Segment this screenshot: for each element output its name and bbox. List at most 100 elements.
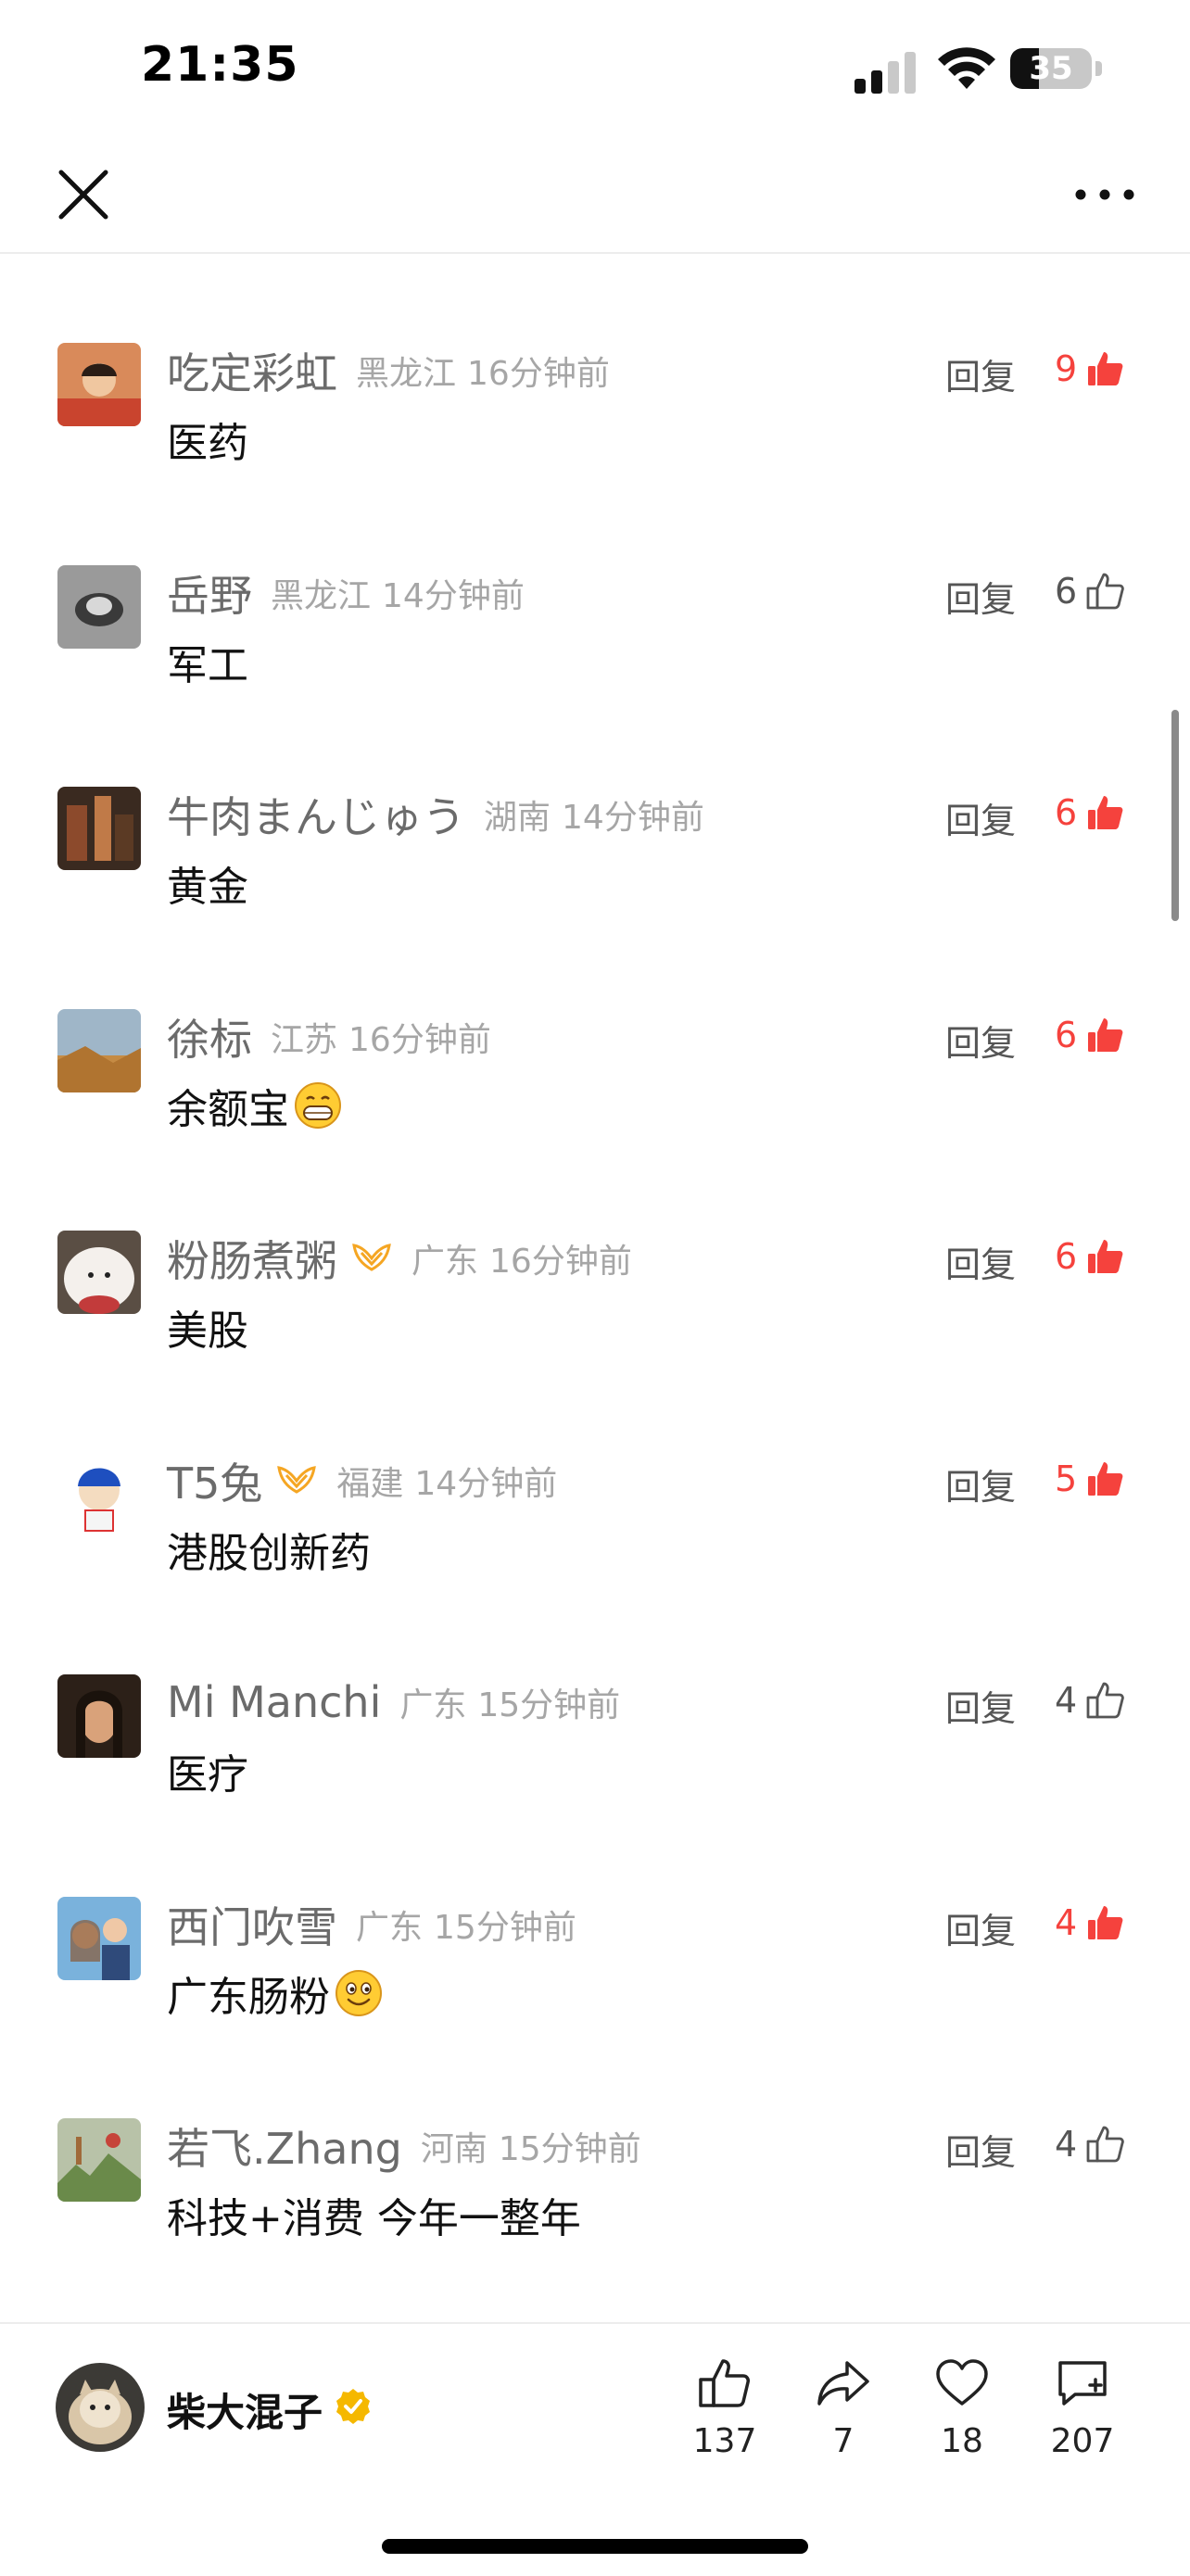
comment-like-button[interactable]: 9 xyxy=(1055,343,1127,395)
comment-item[interactable]: 岳野 黑龙江 14分钟前 军工 回复 6 xyxy=(0,476,1190,699)
user-avatar[interactable] xyxy=(57,1008,141,1092)
comment-username[interactable]: T5兔 xyxy=(167,1450,262,1511)
comment-username[interactable]: 吃定彩虹 xyxy=(167,340,337,401)
reply-button[interactable]: 回复 xyxy=(945,1236,1016,1287)
comment-item[interactable]: 若飞.Zhang 河南 15分钟前 科技+消费 今年一整年 回复 4 xyxy=(0,2029,1190,2252)
comment-header: 西门吹雪 广东 15分钟前 xyxy=(167,1897,576,1952)
comment-text: 医疗 xyxy=(167,1741,248,1800)
share-icon xyxy=(817,2361,869,2406)
close-icon[interactable] xyxy=(50,161,117,228)
comment-item[interactable]: 粉肠煮粥 广东 16分钟前 美股 回复 6 xyxy=(0,1142,1190,1364)
comment-like-button[interactable]: 6 xyxy=(1055,787,1127,839)
comment-like-count: 4 xyxy=(1055,1680,1078,1721)
scrollbar[interactable] xyxy=(1171,710,1179,921)
comment-username[interactable]: Mi Manchi xyxy=(167,1677,381,1727)
author-name[interactable]: 柴大混子 xyxy=(167,2381,323,2438)
comment-like-count: 9 xyxy=(1055,348,1078,389)
thumbs-up-filled-icon xyxy=(1088,1017,1123,1052)
comment-like-button[interactable]: 4 xyxy=(1055,1674,1127,1726)
share-button[interactable]: 7 xyxy=(788,2354,899,2460)
user-avatar[interactable] xyxy=(57,343,141,426)
comment-item[interactable]: 徐标 江苏 16分钟前 余额宝 回复 6 xyxy=(0,920,1190,1143)
comment-username[interactable]: 岳野 xyxy=(167,562,252,624)
comment-item[interactable]: 西门吹雪 广东 15分钟前 广东肠粉 回复 4 xyxy=(0,1808,1190,2030)
user-avatar[interactable] xyxy=(57,564,141,649)
comment-count: 207 xyxy=(1050,2422,1115,2460)
reply-button[interactable]: 回复 xyxy=(945,2124,1016,2175)
vip-badge-icon xyxy=(277,1465,317,1494)
thumbs-up-filled-icon xyxy=(1088,352,1123,385)
more-icon[interactable] xyxy=(1066,167,1144,222)
author-avatar[interactable] xyxy=(56,2363,145,2452)
comment-body: 医疗 xyxy=(167,1751,248,1799)
thumbs-up-icon xyxy=(1086,2126,1124,2163)
comment-like-button[interactable]: 5 xyxy=(1055,1453,1127,1505)
comment-like-button[interactable]: 6 xyxy=(1055,565,1127,617)
comment-time: 16分钟前 xyxy=(348,1020,491,1059)
comment-username[interactable]: 若飞.Zhang xyxy=(167,2115,402,2177)
comment-body: 黄金 xyxy=(167,864,248,911)
comment-like-button[interactable]: 4 xyxy=(1055,2118,1127,2170)
user-avatar[interactable] xyxy=(57,787,141,870)
comment-header: 若飞.Zhang 河南 15分钟前 xyxy=(167,2118,641,2174)
comment-username[interactable]: 牛肉まんじゅう xyxy=(167,784,465,845)
comment-body: 科技+消费 今年一整年 xyxy=(167,2195,581,2242)
grin-emoji xyxy=(295,1081,341,1129)
comment-body: 港股创新药 xyxy=(167,1529,371,1577)
comment-body: 广东肠粉 xyxy=(167,1973,330,2021)
user-avatar[interactable] xyxy=(57,2118,141,2202)
comment-like-button[interactable]: 6 xyxy=(1055,1231,1127,1282)
like-button[interactable]: 137 xyxy=(669,2354,780,2460)
comment-like-count: 6 xyxy=(1055,1014,1078,1055)
comment-like-button[interactable]: 6 xyxy=(1055,1009,1127,1061)
comment-header: 粉肠煮粥 广东 16分钟前 xyxy=(167,1231,632,1286)
comment-item[interactable]: 吃定彩虹 黑龙江 16分钟前 医药 回复 9 xyxy=(0,254,1190,476)
user-avatar[interactable] xyxy=(57,1674,141,1758)
comment-username[interactable]: 西门吹雪 xyxy=(167,1894,337,1955)
comment-item[interactable]: T5兔 福建 14分钟前 港股创新药 回复 5 xyxy=(0,1364,1190,1586)
comment-text: 广东肠粉 xyxy=(167,1964,384,2023)
comment-region: 黑龙江 xyxy=(271,576,372,615)
reply-button[interactable]: 回复 xyxy=(945,1902,1016,1953)
user-avatar[interactable] xyxy=(57,1231,141,1314)
like-count: 137 xyxy=(692,2422,757,2460)
comment-header: T5兔 福建 14分钟前 xyxy=(167,1453,557,1509)
comment-region: 广东 xyxy=(399,1686,467,1724)
user-avatar[interactable] xyxy=(57,1896,141,1980)
battery-icon: 35 xyxy=(1010,46,1103,93)
comment-username[interactable]: 粉肠煮粥 xyxy=(167,1228,337,1289)
comment-like-count: 6 xyxy=(1055,570,1078,612)
comment-list: 吃定彩虹 黑龙江 16分钟前 医药 回复 9 岳野 黑龙江 14分钟前 军工 回… xyxy=(0,254,1190,2320)
comment-like-count: 6 xyxy=(1055,1236,1078,1277)
thumbs-up-filled-icon xyxy=(1088,1240,1123,1273)
comment-region: 广东 xyxy=(411,1243,479,1281)
home-indicator[interactable] xyxy=(382,2539,808,2554)
comment-button[interactable]: 207 xyxy=(1027,2354,1138,2460)
reply-button[interactable]: 回复 xyxy=(945,1015,1016,1066)
comment-text: 余额宝 xyxy=(167,1076,343,1135)
thumbs-up-filled-icon xyxy=(1088,1905,1123,1939)
reply-button[interactable]: 回复 xyxy=(945,1458,1016,1509)
reply-button[interactable]: 回复 xyxy=(945,792,1016,843)
user-avatar[interactable] xyxy=(57,1452,141,1536)
thumbs-up-icon xyxy=(1086,1682,1124,1719)
comment-username[interactable]: 徐标 xyxy=(167,1006,252,1067)
favorite-button[interactable]: 18 xyxy=(906,2354,1018,2460)
comment-item[interactable]: Mi Manchi 广东 15分钟前 医疗 回复 4 xyxy=(0,1585,1190,1808)
comment-body: 余额宝 xyxy=(167,1085,289,1133)
favorite-count: 18 xyxy=(941,2422,983,2460)
comment-region: 黑龙江 xyxy=(356,355,457,393)
share-count: 7 xyxy=(832,2422,855,2460)
reply-button[interactable]: 回复 xyxy=(945,571,1016,622)
comment-time: 15分钟前 xyxy=(434,1908,576,1947)
reply-button[interactable]: 回复 xyxy=(945,348,1016,399)
comment-like-count: 4 xyxy=(1055,1901,1078,1943)
comment-text: 黄金 xyxy=(167,853,248,913)
comment-region: 福建 xyxy=(336,1464,404,1503)
comment-item[interactable]: 牛肉まんじゅう 湖南 14分钟前 黄金 回复 6 xyxy=(0,698,1190,920)
comment-body: 医药 xyxy=(167,420,248,467)
reply-button[interactable]: 回复 xyxy=(945,1680,1016,1731)
bottom-bar: 柴大混子 137 7 18 207 xyxy=(0,2322,1190,2576)
comment-like-count: 5 xyxy=(1055,1458,1078,1499)
comment-like-button[interactable]: 4 xyxy=(1055,1897,1127,1949)
